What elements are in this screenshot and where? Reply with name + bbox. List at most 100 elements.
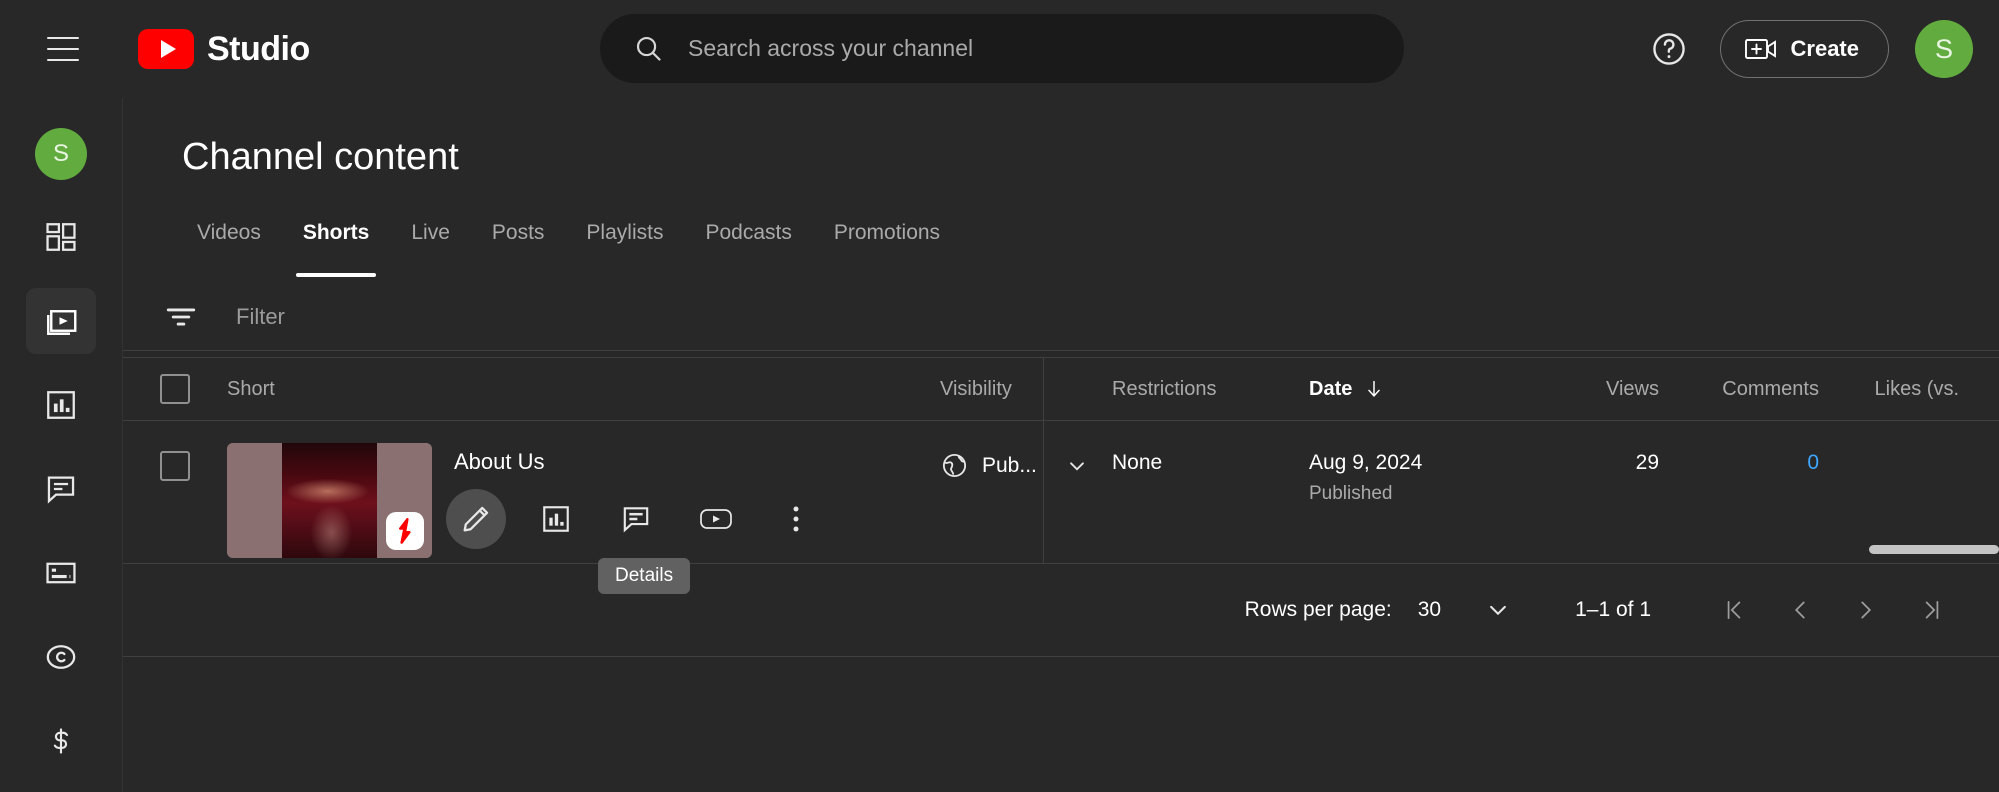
filter-icon[interactable] — [164, 304, 198, 330]
page-title: Channel content — [182, 136, 459, 178]
hamburger-menu-icon[interactable] — [32, 18, 94, 80]
visibility-value: Pub... — [982, 453, 1037, 477]
column-header-likes[interactable]: Likes (vs. — [1819, 378, 1959, 401]
column-header-restrictions[interactable]: Restrictions — [1112, 378, 1309, 401]
pagination-divider — [123, 656, 1999, 657]
watch-on-youtube-action-button[interactable] — [686, 489, 746, 549]
sidebar-rail: S — [0, 98, 123, 792]
tab-shorts[interactable]: Shorts — [282, 221, 391, 277]
select-all-checkbox[interactable] — [160, 374, 190, 404]
create-button[interactable]: Create — [1719, 20, 1889, 78]
table-row: About Us Pub... None Aug 9, 2024 Publish… — [123, 421, 1999, 594]
details-action-button[interactable] — [446, 489, 506, 549]
filter-bar — [123, 277, 1999, 357]
last-page-button[interactable] — [1899, 577, 1965, 643]
help-icon[interactable] — [1644, 24, 1694, 74]
content-icon — [43, 303, 79, 339]
date-value: Aug 9, 2024 — [1309, 451, 1423, 474]
rows-per-page-label: Rows per page: — [1244, 598, 1392, 621]
studio-logo[interactable]: Studio — [138, 29, 310, 69]
row-checkbox[interactable] — [160, 451, 190, 481]
tab-videos[interactable]: Videos — [176, 221, 282, 277]
subtitles-icon — [44, 558, 78, 588]
tab-posts[interactable]: Posts — [471, 221, 566, 277]
rows-per-page-select[interactable]: 30 — [1418, 595, 1513, 625]
column-header-visibility[interactable]: Visibility — [940, 378, 1112, 401]
analytics-icon — [44, 388, 78, 422]
next-page-button[interactable] — [1833, 577, 1899, 643]
pagination-buttons — [1701, 577, 1965, 643]
details-tooltip: Details — [598, 558, 691, 594]
comments-icon — [44, 472, 78, 506]
brand-name: Studio — [207, 29, 310, 68]
sort-descending-arrow-icon — [1363, 378, 1385, 400]
comments-action-button[interactable] — [606, 489, 666, 549]
youtube-play-icon — [138, 29, 194, 69]
search-icon — [633, 33, 664, 64]
dollar-icon — [45, 724, 77, 758]
sidebar-item-earn[interactable] — [26, 708, 96, 774]
row-select-cell — [123, 443, 227, 481]
shorts-badge-icon — [386, 512, 424, 550]
tab-label: Live — [411, 221, 450, 244]
comments-value[interactable]: 0 — [1807, 451, 1819, 474]
more-options-action-button[interactable] — [766, 489, 826, 549]
comments-cell: 0 — [1659, 443, 1819, 475]
top-bar-actions: Create S — [1644, 0, 1973, 98]
tab-live[interactable]: Live — [390, 221, 471, 277]
horizontal-scrollbar[interactable] — [1869, 545, 1999, 554]
search-input[interactable] — [688, 35, 1348, 62]
create-button-label: Create — [1790, 36, 1859, 61]
video-title[interactable]: About Us — [454, 449, 826, 475]
tab-playlists[interactable]: Playlists — [565, 221, 684, 277]
top-bar: Studio Cr — [0, 0, 1999, 98]
column-header-short[interactable]: Short — [227, 378, 940, 401]
page-range-label: 1–1 of 1 — [1575, 598, 1651, 621]
short-cell: About Us — [227, 443, 940, 558]
views-cell: 29 — [1534, 443, 1659, 475]
date-status: Published — [1309, 483, 1393, 504]
restrictions-cell: None — [1112, 443, 1309, 475]
sidebar-item-dashboard[interactable] — [26, 204, 96, 270]
thumbnail-blur-left — [227, 443, 282, 558]
sidebar-item-analytics[interactable] — [26, 372, 96, 438]
short-info: About Us — [446, 443, 826, 558]
avatar-initial: S — [1934, 33, 1953, 64]
tab-label: Shorts — [302, 221, 370, 244]
previous-page-button[interactable] — [1767, 577, 1833, 643]
column-header-views[interactable]: Views — [1534, 378, 1659, 401]
sidebar-item-subtitles[interactable] — [26, 540, 96, 606]
column-separator — [1043, 358, 1044, 420]
copyright-icon — [44, 640, 78, 674]
first-page-button[interactable] — [1701, 577, 1767, 643]
column-header-date[interactable]: Date — [1309, 378, 1534, 401]
search-bar[interactable] — [600, 14, 1404, 83]
analytics-action-button[interactable] — [526, 489, 586, 549]
video-thumbnail[interactable] — [227, 443, 432, 558]
filter-input[interactable] — [236, 304, 936, 330]
column-header-comments[interactable]: Comments — [1659, 378, 1819, 401]
sidebar-item-copyright[interactable] — [26, 624, 96, 690]
sidebar-item-comments[interactable] — [26, 456, 96, 522]
content-tabs: Videos Shorts Live Posts Playlists Podca… — [176, 221, 1999, 277]
pagination-bar: Rows per page: 30 1–1 of 1 — [123, 564, 1999, 656]
tab-label: Podcasts — [705, 221, 792, 244]
table-header-row: Short Visibility Restrictions Date Views… — [123, 358, 1999, 420]
chevron-down-icon — [1483, 595, 1513, 625]
globe-icon — [940, 451, 969, 480]
tab-promotions[interactable]: Promotions — [813, 221, 961, 277]
visibility-dropdown[interactable]: Pub... — [940, 451, 1112, 480]
row-actions — [446, 489, 826, 549]
hamburger-line — [47, 59, 79, 61]
video-plus-icon — [1744, 36, 1777, 62]
tab-podcasts[interactable]: Podcasts — [684, 221, 812, 277]
account-avatar[interactable]: S — [1915, 20, 1973, 78]
sidebar-avatar-initial: S — [52, 140, 69, 167]
column-header-date-label: Date — [1309, 377, 1353, 400]
tab-label: Promotions — [833, 221, 941, 244]
chevron-down-icon — [1064, 453, 1090, 479]
views-value: 29 — [1635, 451, 1659, 474]
sidebar-item-content[interactable] — [26, 288, 96, 354]
tab-label: Videos — [197, 221, 261, 244]
sidebar-channel-avatar[interactable]: S — [35, 128, 87, 180]
